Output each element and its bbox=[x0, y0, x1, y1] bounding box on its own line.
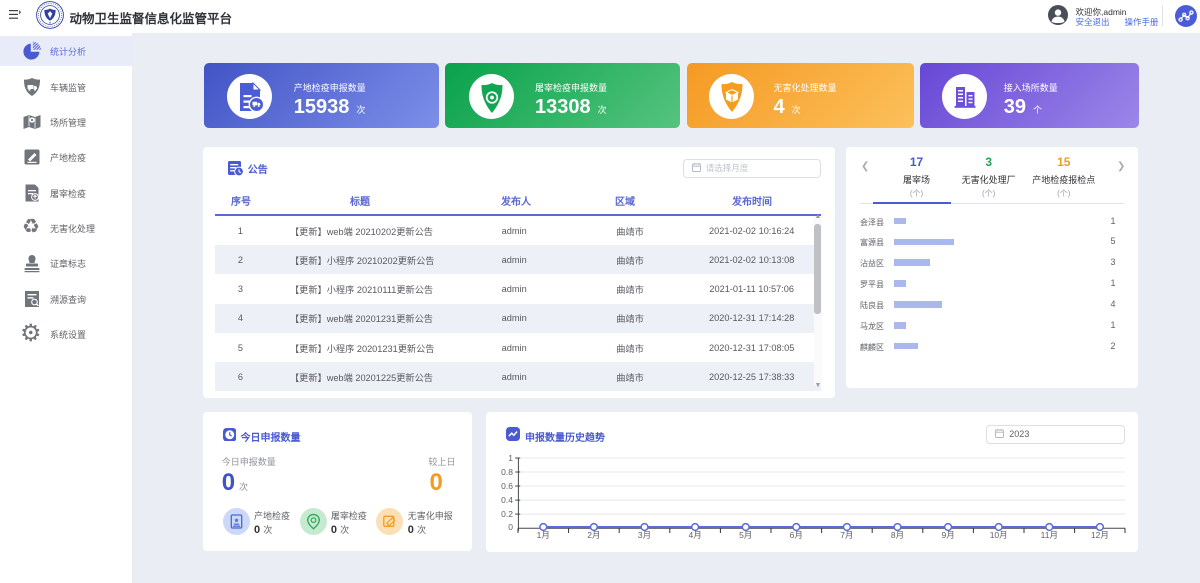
svg-text:0.2: 0.2 bbox=[501, 509, 513, 519]
svg-text:9月: 9月 bbox=[941, 530, 954, 540]
svg-text:1月: 1月 bbox=[537, 530, 550, 540]
svg-text:0.8: 0.8 bbox=[501, 467, 513, 477]
svg-text:6月: 6月 bbox=[790, 530, 803, 540]
svg-text:2月: 2月 bbox=[587, 530, 600, 540]
svg-text:10月: 10月 bbox=[990, 530, 1008, 540]
svg-text:0: 0 bbox=[508, 522, 513, 532]
svg-text:5月: 5月 bbox=[739, 530, 752, 540]
svg-text:4月: 4月 bbox=[688, 530, 701, 540]
svg-text:0.4: 0.4 bbox=[501, 495, 513, 505]
svg-text:1: 1 bbox=[508, 453, 513, 463]
svg-text:7月: 7月 bbox=[840, 530, 853, 540]
svg-text:11月: 11月 bbox=[1041, 530, 1058, 540]
svg-text:8月: 8月 bbox=[891, 530, 904, 540]
svg-text:12月: 12月 bbox=[1091, 530, 1109, 540]
svg-text:3月: 3月 bbox=[638, 530, 651, 540]
svg-text:0.6: 0.6 bbox=[501, 481, 513, 491]
